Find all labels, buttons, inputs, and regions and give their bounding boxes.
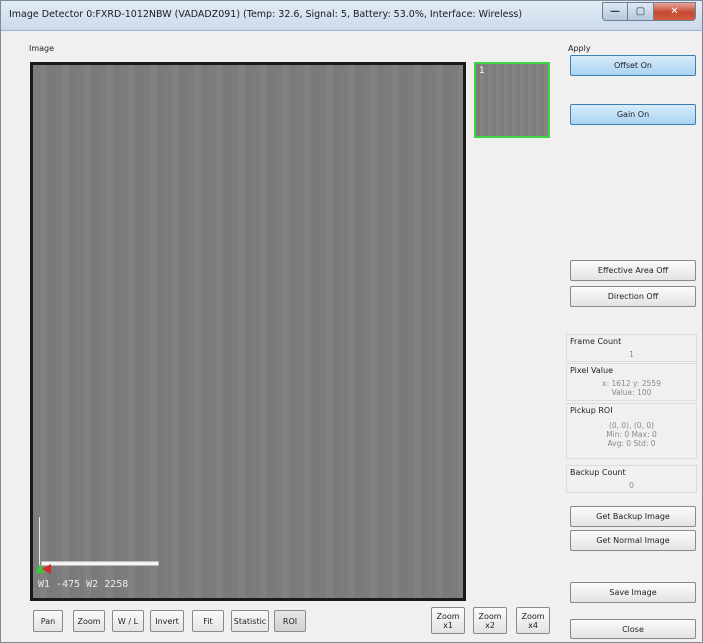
frame-count-value: 1 <box>629 350 634 359</box>
roi-coordinates: (0, 0), (0, 0) <box>608 421 655 430</box>
pickup-roi-label: Pickup ROI <box>570 406 613 415</box>
frame-count-group: Frame Count 1 <box>566 334 697 362</box>
window-level-button[interactable]: W / L <box>112 610 144 632</box>
window-title: Image Detector 0:FXRD-1012NBW (VADADZ091… <box>9 9 523 20</box>
detector-image[interactable]: W1 -475 W2 2258 <box>33 65 463 598</box>
origin-marker-red <box>42 564 51 574</box>
backup-count-label: Backup Count <box>570 468 626 477</box>
apply-panel-label: Apply <box>568 44 591 53</box>
thumbnail-number: 1 <box>479 66 485 76</box>
image-thumbnail[interactable]: 1 <box>474 62 550 138</box>
window-controls: — ▢ ✕ <box>602 2 696 21</box>
pixel-value-text: Value: 100 <box>611 388 652 397</box>
title-bar[interactable]: Image Detector 0:FXRD-1012NBW (VADADZ091… <box>1 1 702 31</box>
zoom-x4-button[interactable]: Zoom x4 <box>516 607 550 634</box>
get-backup-image-button[interactable]: Get Backup Image <box>570 506 696 527</box>
pickup-roi-group: Pickup ROI (0, 0), (0, 0) Min: 0 Max: 0 … <box>566 403 697 459</box>
roi-min-max: Min: 0 Max: 0 <box>606 430 657 439</box>
roi-avg-std: Avg: 0 Std: 0 <box>607 439 656 448</box>
image-viewer[interactable]: W1 -475 W2 2258 <box>30 62 466 601</box>
effective-area-button[interactable]: Effective Area Off <box>570 260 696 281</box>
direction-button[interactable]: Direction Off <box>570 286 696 307</box>
statistic-button[interactable]: Statistic <box>231 610 269 632</box>
maximize-button[interactable]: ▢ <box>628 2 654 21</box>
frame-count-label: Frame Count <box>570 337 622 346</box>
minimize-button[interactable]: — <box>602 2 628 21</box>
offset-button[interactable]: Offset On <box>570 55 696 76</box>
window-level-readout: W1 -475 W2 2258 <box>38 579 129 590</box>
gain-button[interactable]: Gain On <box>570 104 696 125</box>
zoom-x1-button[interactable]: Zoom x1 <box>431 607 465 634</box>
zoom-x2-button[interactable]: Zoom x2 <box>473 607 507 634</box>
roi-button[interactable]: ROI <box>274 610 306 632</box>
backup-count-group: Backup Count 0 <box>566 465 697 493</box>
pixel-coords: x: 1612 y: 2559 <box>602 379 661 388</box>
backup-count-value: 0 <box>629 481 634 490</box>
fit-button[interactable]: Fit <box>192 610 224 632</box>
image-detector-window: Image Detector 0:FXRD-1012NBW (VADADZ091… <box>0 0 703 643</box>
save-image-button[interactable]: Save Image <box>570 582 696 603</box>
pixel-value-label: Pixel Value <box>570 366 614 375</box>
get-normal-image-button[interactable]: Get Normal Image <box>570 530 696 551</box>
axis-vertical <box>39 517 40 569</box>
image-panel-label: Image <box>29 44 55 53</box>
pan-button[interactable]: Pan <box>33 610 63 632</box>
close-window-button[interactable]: ✕ <box>654 2 696 21</box>
zoom-tool-button[interactable]: Zoom <box>73 610 105 632</box>
invert-button[interactable]: Invert <box>150 610 184 632</box>
close-button[interactable]: Close <box>570 619 696 639</box>
axis-horizontal <box>41 561 159 566</box>
pixel-value-group: Pixel Value x: 1612 y: 2559 Value: 100 <box>566 363 697 401</box>
